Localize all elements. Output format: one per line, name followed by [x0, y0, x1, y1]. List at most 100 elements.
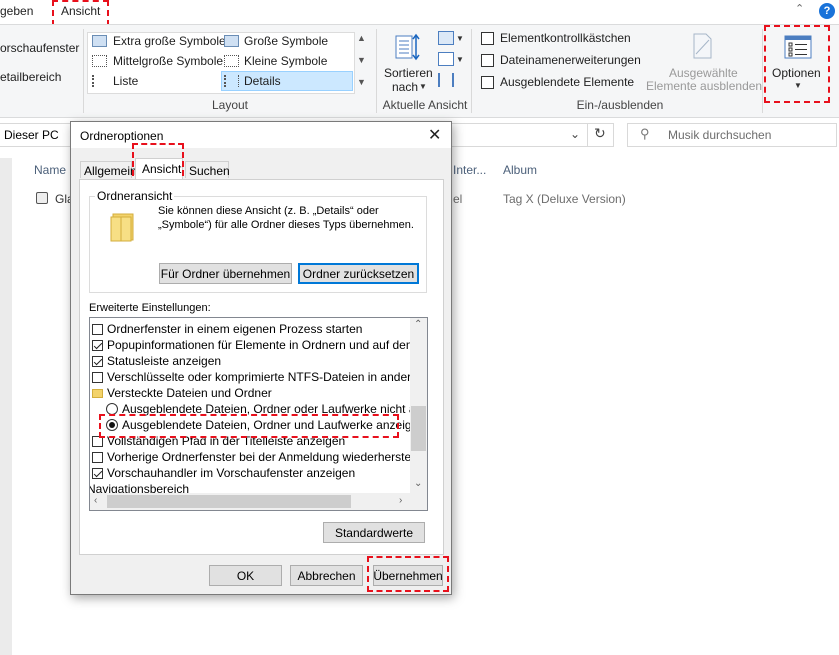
- show-hide-group-label: Ein-/ausblenden: [576, 98, 664, 112]
- setting-label: Verschlüsselte oder komprimierte NTFS-Da…: [107, 370, 428, 384]
- small-icons-icon: [224, 55, 239, 67]
- dialog-title: Ordneroptionen: [80, 129, 164, 143]
- setting-popup-info[interactable]: Popupinformationen für Elemente in Ordne…: [92, 337, 428, 353]
- setting-label: Ordnerfenster in einem eigenen Prozess s…: [107, 322, 363, 336]
- add-columns-icon[interactable]: [438, 52, 454, 66]
- layout-medium[interactable]: Mittelgroße Symbole: [113, 54, 223, 68]
- file-row-interpret: el: [453, 192, 463, 206]
- tab-search-label: Suchen: [189, 164, 230, 178]
- tab-view[interactable]: Ansicht: [61, 4, 100, 18]
- folder-view-title: Ordneransicht: [95, 189, 175, 203]
- folder-icon: [109, 211, 137, 243]
- layout-list[interactable]: Liste: [113, 74, 138, 88]
- scroll-corner: [410, 493, 427, 510]
- setting-label: Vorherige Ordnerfenster bei der Anmeldun…: [107, 450, 428, 464]
- setting-ntfs-color[interactable]: Verschlüsselte oder komprimierte NTFS-Da…: [92, 369, 428, 385]
- extra-large-icons-icon: [92, 35, 107, 47]
- ok-button[interactable]: OK: [209, 565, 282, 586]
- hidden-items-label: Ausgeblendete Elemente: [500, 75, 635, 89]
- setting-restore-windows[interactable]: Vorherige Ordnerfenster bei der Anmeldun…: [92, 449, 428, 465]
- address-path[interactable]: Dieser PC: [4, 128, 59, 142]
- separator: [83, 29, 84, 113]
- highlight-show-hidden-option: [99, 414, 399, 438]
- setting-preview-handlers[interactable]: Vorschauhandler im Vorschaufenster anzei…: [92, 465, 355, 481]
- list-icon: [92, 75, 107, 87]
- folder-options-dialog: Ordneroptionen ✕ Allgemein Ansicht Suche…: [70, 121, 452, 595]
- music-file-icon: [36, 192, 48, 204]
- advanced-settings-label: Erweiterte Einstellungen:: [89, 302, 211, 314]
- ribbon-tab-bar: geben Ansicht ⌃ ?: [0, 0, 839, 26]
- preview-pane-button[interactable]: orschaufenster: [0, 41, 79, 55]
- gallery-expand-icon[interactable]: ▼: [357, 77, 366, 87]
- reset-folders-button[interactable]: Ordner zurücksetzen: [298, 263, 419, 284]
- column-header-album[interactable]: Album: [503, 163, 537, 177]
- file-extensions-label: Dateinamenerweiterungen: [500, 53, 641, 67]
- scroll-up-icon[interactable]: ⌃: [414, 319, 422, 330]
- layout-group-label: Layout: [211, 98, 249, 112]
- highlight-apply-button: [367, 556, 449, 592]
- scroll-down-icon[interactable]: ⌄: [414, 478, 422, 489]
- search-icon: ⚲: [640, 126, 650, 141]
- column-header-interpret[interactable]: Inter...: [453, 163, 486, 177]
- checkbox-icon: [92, 451, 103, 463]
- help-icon[interactable]: ?: [819, 3, 835, 19]
- scroll-right-icon[interactable]: ›: [399, 495, 402, 506]
- chevron-down-icon: ▼: [456, 34, 464, 43]
- setting-separate-process[interactable]: Ordnerfenster in einem eigenen Prozess s…: [92, 321, 362, 337]
- tab-share-partial[interactable]: geben: [0, 4, 33, 18]
- layout-large[interactable]: Große Symbole: [244, 34, 328, 48]
- navigation-pane: [0, 158, 12, 655]
- current-view-group-label: Aktuelle Ansicht: [382, 98, 468, 112]
- item-checkboxes-checkbox[interactable]: [481, 32, 494, 45]
- folder-icon: [92, 388, 103, 398]
- setting-hidden-files-folder: Versteckte Dateien und Ordner: [92, 385, 272, 401]
- close-icon[interactable]: ✕: [428, 125, 441, 145]
- vertical-scroll-thumb[interactable]: [411, 406, 426, 451]
- column-header-name[interactable]: Name: [34, 163, 66, 177]
- checkbox-checked-icon: [92, 355, 103, 367]
- restore-defaults-button[interactable]: Standardwerte: [323, 522, 425, 543]
- chevron-down-icon: ▼: [456, 55, 464, 64]
- layout-extra-large[interactable]: Extra große Symbole: [113, 34, 226, 48]
- tab-general-label: Allgemein: [84, 164, 137, 178]
- scroll-left-icon[interactable]: ‹: [94, 495, 97, 506]
- collapse-ribbon-icon[interactable]: ⌃: [795, 2, 804, 15]
- medium-icons-icon: [92, 55, 107, 67]
- folder-view-desc-line-1: Sie können diese Ansicht (z. B. „Details…: [158, 205, 379, 217]
- dropdown-chevron-icon[interactable]: ⌄: [570, 127, 580, 141]
- hidden-items-checkbox[interactable]: [481, 76, 494, 89]
- setting-label: Popupinformationen für Elemente in Ordne…: [107, 338, 428, 352]
- file-row-album: Tag X (Deluxe Version): [503, 192, 626, 206]
- group-by-icon[interactable]: [438, 31, 454, 45]
- separator: [471, 29, 472, 113]
- sort-by-button[interactable]: Sortieren: [384, 66, 433, 80]
- separator: [762, 29, 763, 113]
- setting-label: Statusleiste anzeigen: [107, 354, 222, 368]
- horizontal-scroll-thumb[interactable]: [107, 495, 351, 508]
- refresh-icon: ↻: [594, 125, 606, 141]
- details-pane-button[interactable]: etailbereich: [0, 70, 61, 84]
- hide-selected-icon: [690, 32, 714, 60]
- folder-view-desc-line-2: „Symbole“) für alle Ordner dieses Typs ü…: [158, 219, 414, 231]
- layout-small[interactable]: Kleine Symbole: [244, 54, 327, 68]
- sort-by-icon: [395, 33, 421, 61]
- apply-to-folders-button[interactable]: Für Ordner übernehmen: [159, 263, 292, 284]
- checkbox-icon: [92, 371, 103, 383]
- sort-by-label-2: nach: [392, 80, 419, 94]
- layout-details-selected[interactable]: [221, 71, 353, 91]
- large-icons-icon: [224, 35, 239, 47]
- details-icon: [224, 75, 239, 87]
- setting-status-bar[interactable]: Statusleiste anzeigen: [92, 353, 221, 369]
- checkbox-checked-icon: [92, 467, 103, 479]
- file-extensions-checkbox[interactable]: [481, 54, 494, 67]
- hide-selected-label-2: Elemente ausblenden: [646, 79, 763, 93]
- gallery-up-icon[interactable]: ▲: [357, 33, 366, 43]
- cancel-button[interactable]: Abbrechen: [290, 565, 363, 586]
- hide-selected-button[interactable]: Ausgewählte: [669, 66, 738, 80]
- fit-columns-icon[interactable]: [438, 73, 454, 87]
- gallery-down-icon[interactable]: ▼: [357, 55, 366, 65]
- setting-label: Vorschauhandler im Vorschaufenster anzei…: [107, 466, 356, 480]
- layout-details[interactable]: Details: [244, 74, 281, 88]
- highlight-options-button: [764, 25, 830, 103]
- checkbox-checked-icon: [92, 339, 103, 351]
